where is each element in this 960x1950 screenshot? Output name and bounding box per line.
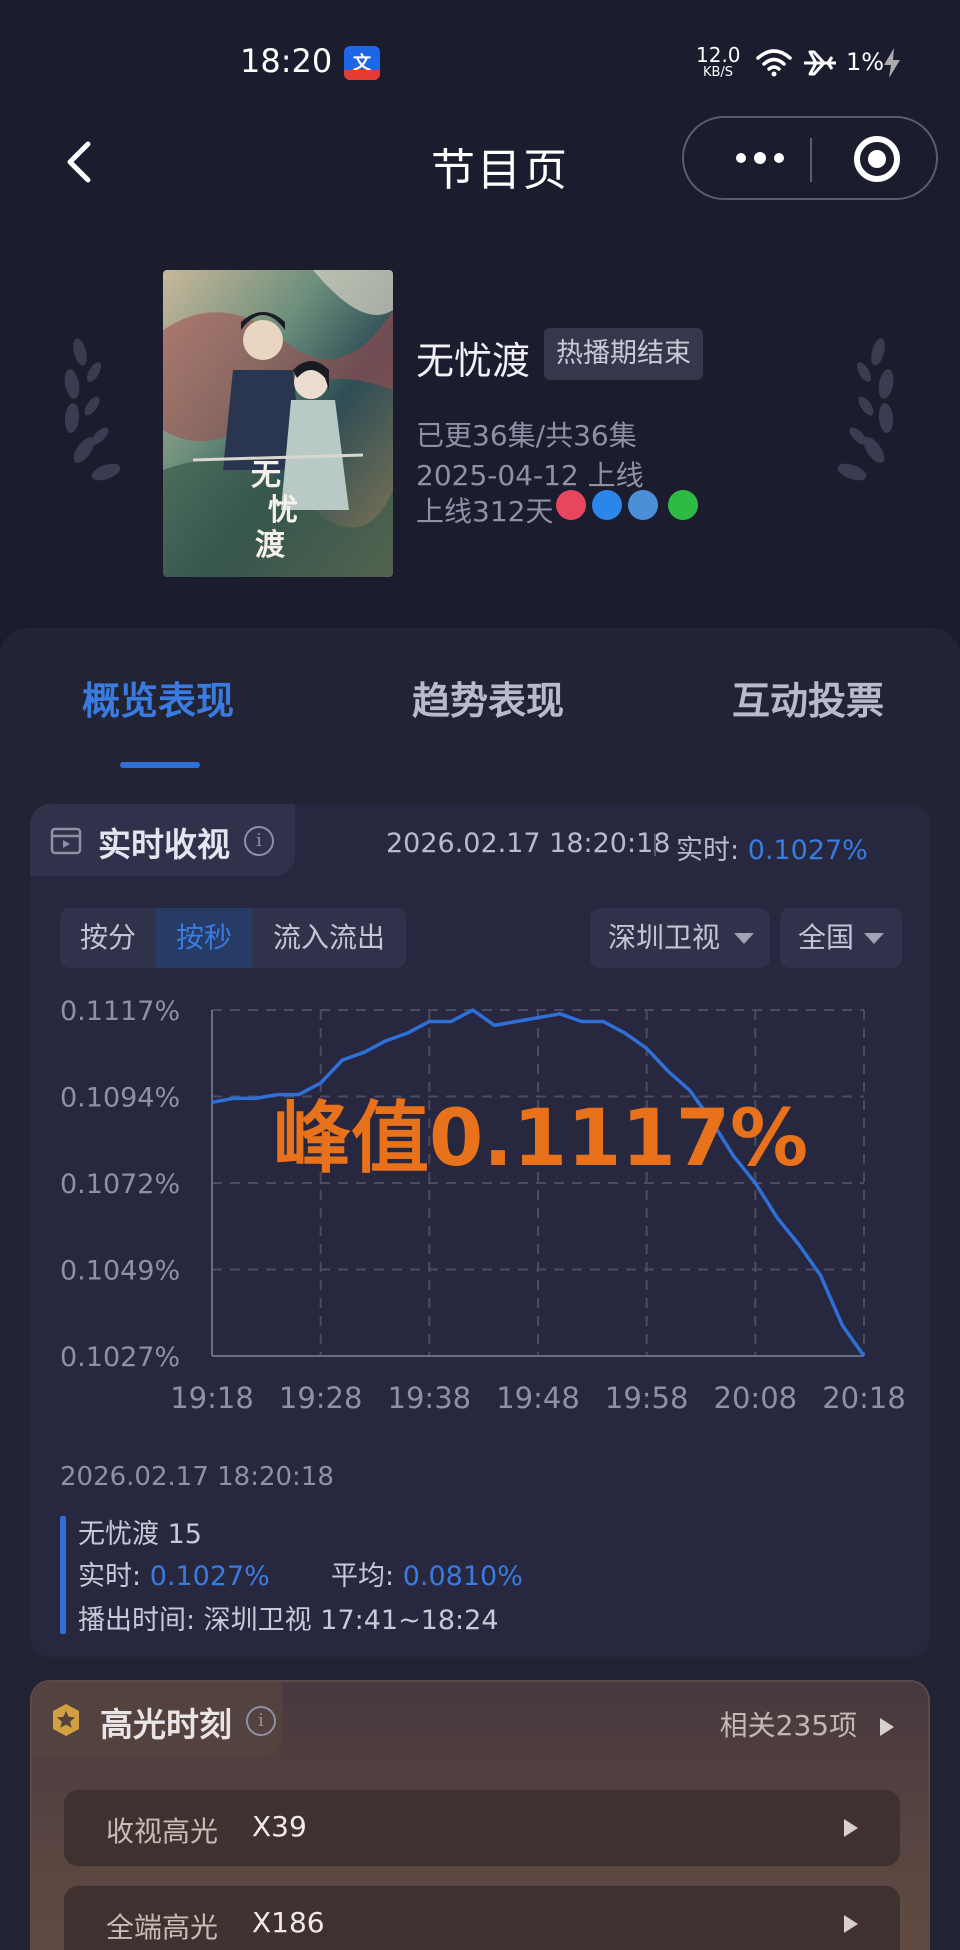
y-tick-label: 0.1072% [60,1169,180,1200]
episode-count: 已更36集/共36集 [416,419,637,452]
highlight-label: 收视高光 [106,1815,219,1848]
y-tick-label: 0.1027% [60,1342,180,1373]
mango-tv-icon [628,490,658,520]
release-date: 2025-04-12 上线 [416,459,644,492]
channel-dropdown[interactable]: 深圳卫视 [590,908,770,968]
youku-icon [592,490,622,520]
segment-flow[interactable]: 流入流出 [252,908,406,968]
realtime-value-line: 实时: 0.1027% [676,828,868,867]
tab-trend[interactable]: 趋势表现 [412,670,564,725]
app-notification-icon: 文 [344,46,380,80]
x-tick-label: 19:58 [605,1381,689,1415]
show-poster[interactable]: 无 忧 渡 [163,270,393,577]
segment-by-second[interactable]: 按秒 [156,908,252,968]
x-tick-label: 19:18 [170,1381,254,1415]
info-icon[interactable]: i [246,1706,276,1736]
play-arrow-icon [844,1915,858,1933]
tencent-video-icon [556,490,586,520]
detail-airtime: 播出时间: 深圳卫视 17:41~18:24 [78,1605,499,1636]
divider [654,834,656,856]
detail-accent-bar [60,1516,66,1634]
detail-timestamp: 2026.02.17 18:20:18 [60,1462,334,1492]
detail-episode: 无忧渡 15 [78,1519,202,1550]
channel-dropdown-value: 深圳卫视 [608,921,721,954]
star-badge-icon [53,1704,79,1736]
realtime-timestamp: 2026.02.17 18:20:18 [386,828,671,859]
charging-icon [884,48,900,78]
nav-bar: 节目页 [0,112,960,212]
detail-realtime-value: 0.1027% [149,1561,270,1592]
y-tick-label: 0.1094% [60,1083,180,1114]
highlights-title: 高光时刻 [100,1705,232,1744]
tv-icon [50,827,82,855]
net-speed-value: 12.0 [696,43,741,67]
tab-active-indicator [120,762,200,768]
region-dropdown[interactable]: 全国 [780,908,902,968]
detail-realtime-label: 实时: [78,1561,142,1592]
show-header: 无 忧 渡 无忧渡 热播期结束 已更36集/共36集 2025-04-12 上线… [0,262,960,612]
laurel-left-icon [64,338,121,481]
panel-title: 实时收视 [98,825,230,864]
related-link[interactable]: 相关235项 [720,1704,894,1744]
detail-avg-label: 平均: [331,1561,395,1592]
capsule-divider [810,138,812,182]
x-tick-label: 19:28 [279,1381,363,1415]
status-bar: 18:20 文 12.0 KB/S 1% [0,0,960,120]
chevron-down-icon [864,933,884,944]
realtime-value: 0.1027% [747,835,868,866]
battery-level: 1% [846,48,885,76]
svg-text:无: 无 [251,458,281,493]
show-name: 无忧渡 [416,339,531,383]
chevron-down-icon [734,933,754,944]
iqiyi-icon [668,490,698,520]
net-speed: 12.0 KB/S [696,43,741,82]
tab-overview[interactable]: 概览表现 [82,670,234,725]
tab-vote[interactable]: 互动投票 [732,670,884,725]
x-tick-label: 19:38 [388,1381,472,1415]
status-badge: 热播期结束 [544,328,703,380]
svg-text:渡: 渡 [255,528,286,563]
realtime-ratings-panel: 实时收视 i 2026.02.17 18:20:18 实时: 0.1027% 按… [30,804,930,1657]
days-online: 上线312天 [416,495,554,528]
peak-annotation: 峰值0.1117% [273,1094,808,1184]
status-time: 18:20 [240,42,333,80]
highlight-value: X39 [252,1810,307,1843]
y-tick-label: 0.1049% [60,1256,180,1287]
play-arrow-icon [844,1819,858,1837]
svg-text:忧: 忧 [268,493,298,528]
highlights-card: 高光时刻 i 相关235项 收视高光 X39 全端高光 X186 [30,1680,930,1950]
laurel-right-icon [837,338,894,481]
mini-program-capsule [682,116,938,200]
x-tick-label: 19:48 [496,1381,580,1415]
ratings-line-chart: 0.1117% 0.1094% 0.1072% 0.1049% 0.1027% 19:18… [60,996,906,1415]
highlight-row[interactable]: 全端高光 X186 [64,1886,900,1950]
realtime-label: 实时: [676,835,740,866]
wifi-icon [756,49,792,77]
region-dropdown-value: 全国 [798,921,855,954]
highlight-row[interactable]: 收视高光 X39 [64,1790,900,1866]
airplane-mode-icon [804,50,836,76]
highlight-value: X186 [252,1906,325,1939]
info-icon[interactable]: i [244,826,274,856]
detail-stats: 实时: 0.1027% 平均: 0.0810% [78,1554,523,1593]
x-tick-label: 20:08 [714,1381,798,1415]
mode-segmented-control: 按分 按秒 流入流出 [60,908,406,968]
related-count: 相关235项 [719,1709,858,1742]
y-tick-label: 0.1117% [60,996,180,1027]
highlight-label: 全端高光 [106,1911,219,1944]
more-options-icon[interactable] [720,118,800,198]
close-program-icon[interactable] [854,136,900,182]
play-arrow-icon [880,1718,894,1736]
segment-by-minute[interactable]: 按分 [60,908,156,968]
detail-avg-value: 0.0810% [402,1561,523,1592]
x-tick-label: 20:18 [822,1381,906,1415]
